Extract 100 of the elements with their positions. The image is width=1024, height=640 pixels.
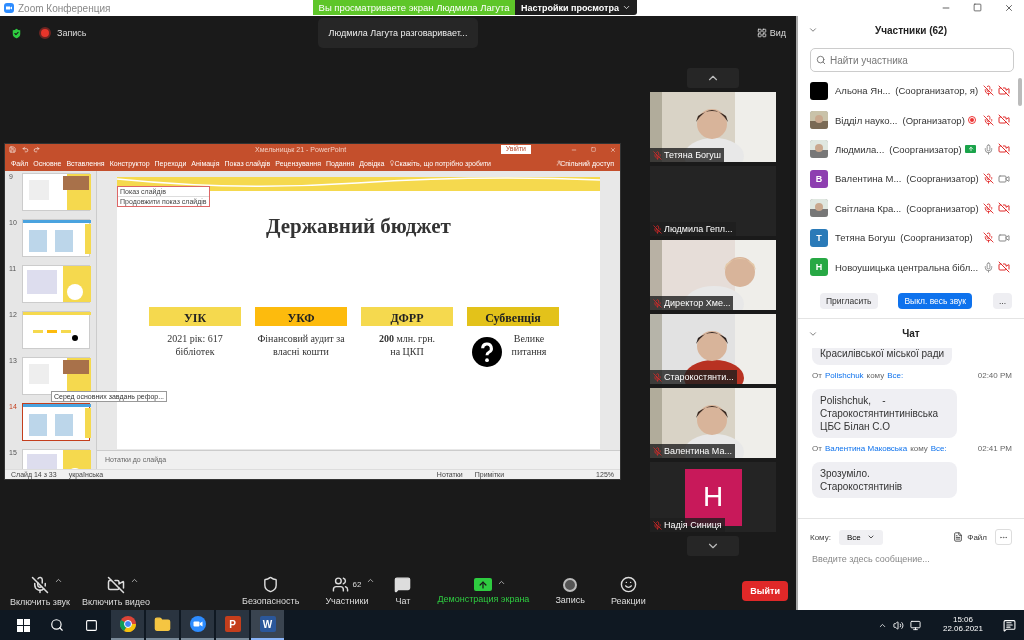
toolbar-button[interactable]: Включить видео (76, 575, 156, 607)
participant-name: Новоушицька центральна бібл... (835, 261, 979, 273)
save-icon[interactable] (9, 146, 16, 153)
participant-name: Старокостянти... (650, 370, 737, 384)
question-icon (472, 336, 502, 367)
caret-icon (622, 3, 631, 12)
file-button[interactable]: Файл (953, 532, 987, 542)
toolbar-button[interactable]: Реакции (604, 576, 652, 606)
recipient-dropdown[interactable]: Все (838, 529, 883, 545)
participant-row[interactable]: Світлана Кра... (Соорганизатор) (810, 193, 1018, 223)
toolbar-button[interactable]: Демонстрация экрана (431, 578, 536, 604)
chat-message: Polishchuk, - Старокостянтинтинівська ЦБС Білан С.О (812, 389, 957, 438)
scrollbar[interactable] (1018, 78, 1022, 106)
message-prefix: От (812, 371, 822, 380)
window-title: Zoom Конференция (18, 2, 111, 14)
sender-link[interactable]: Валентина Маковська (824, 444, 908, 453)
close-icon[interactable] (1004, 3, 1014, 13)
participant-name: Відділ науко... (835, 114, 898, 126)
network-icon[interactable] (909, 619, 921, 631)
participant-row[interactable]: Відділ науко... (Организатор) (810, 105, 1018, 135)
collapse-icon[interactable] (808, 25, 818, 35)
invite-button[interactable]: Пригласить (820, 293, 878, 309)
avatar: В (810, 169, 828, 188)
participant-row[interactable]: Людмила... (Соорганизатор) (810, 134, 1018, 165)
panel-title: Участники (62) (875, 24, 947, 36)
notifications-icon[interactable] (1003, 618, 1016, 632)
message-prefix: От (812, 444, 822, 453)
column-text: Велике питання (510, 331, 548, 358)
message-prefix: кому (910, 444, 928, 453)
task-view-icon[interactable] (84, 618, 98, 632)
windows-logo-icon[interactable] (16, 618, 30, 632)
participant-name: Директор Хме... (650, 296, 734, 310)
participant-row[interactable]: Т Тетяна Богуш (Соорганизатор) (810, 222, 1018, 253)
toolbar-button[interactable]: Чат (388, 576, 418, 606)
document-icon: W (259, 616, 276, 632)
shield-icon[interactable] (10, 26, 23, 40)
caret-icon[interactable] (366, 576, 376, 585)
sender-link[interactable]: Polishchuk (824, 371, 864, 380)
participant-name: Людмила Гепл... (650, 222, 736, 236)
column-header: УКФ (255, 306, 347, 326)
view-button[interactable]: Вид (756, 28, 786, 38)
slide-title: Державний бюджет (266, 213, 451, 240)
participant-name: Валентина М... (835, 173, 902, 185)
toolbar-button[interactable]: 62 Участники (319, 576, 375, 606)
maximize-icon[interactable] (973, 3, 982, 12)
lightbulb-icon (389, 160, 396, 166)
taskbar-app[interactable] (181, 610, 214, 640)
column-header: УІК (149, 306, 241, 326)
participant-name: Надія Синиця (650, 518, 725, 532)
participant-role: (Соорганизатор) (900, 232, 973, 244)
taskbar-app[interactable] (111, 610, 144, 640)
avatar: Т (810, 228, 828, 247)
chat-message: Красилівської міської ради (812, 348, 953, 365)
undo-icon[interactable] (22, 146, 29, 153)
message-time: 02:41 PM (977, 444, 1012, 453)
participant-role: (Соорганизатор) (906, 173, 979, 185)
participant-name: Валентина Ма... (650, 444, 735, 458)
view-options-button[interactable]: Настройки просмотра (515, 0, 637, 15)
toolbar-button[interactable]: Запись (549, 577, 591, 605)
clock[interactable]: 15:06 22.06.2021 (942, 616, 983, 634)
toolbar-button[interactable]: Включить звук (4, 575, 77, 607)
slide-thumbnail[interactable] (22, 402, 90, 441)
participant-role: (Соорганизатор, я) (895, 85, 979, 97)
column-text: Фінансовий аудит за власні кошти (257, 331, 345, 358)
participant-row[interactable]: Альона Ян... (Соорганизатор, я) (810, 76, 1018, 106)
taskbar-app[interactable]: W (251, 610, 284, 640)
participant-row[interactable]: В Валентина М... (Соорганизатор) (810, 164, 1018, 194)
participant-name: Людмила... (835, 143, 885, 155)
people-icon (332, 576, 350, 593)
recipient-link[interactable]: Все: (887, 371, 904, 380)
presentation-icon: P (224, 616, 241, 632)
message-prefix: кому (866, 371, 885, 380)
mute-all-button[interactable]: Выкл. весь звук (898, 293, 973, 309)
video-camera-icon (189, 616, 206, 632)
message-time: 02:40 PM (977, 371, 1012, 380)
participant-name: Альона Ян... (835, 85, 891, 97)
caret-icon[interactable] (497, 578, 507, 587)
chat-message: Зрозуміло. Старокостянтинів (812, 462, 957, 498)
speaker-icon[interactable] (892, 619, 904, 631)
recipient-link[interactable]: Все: (930, 444, 947, 453)
participant-role: (Организатор) (902, 114, 965, 126)
column-text: 2021 рік: 617 бібліотек (166, 331, 224, 358)
shield-icon (262, 576, 280, 593)
sharing-banner: Вы просматриваете экран Людмила Лагута (313, 0, 515, 15)
panel-title: Чат (902, 328, 920, 339)
zoom-logo-icon (4, 3, 14, 13)
search-icon[interactable] (50, 618, 64, 632)
more-button[interactable]: ... (992, 293, 1012, 309)
toolbar-button[interactable]: Безопасность (236, 576, 306, 606)
recipient-label: Кому: (810, 532, 831, 542)
taskbar-app[interactable] (146, 610, 179, 640)
participant-row[interactable]: Н Новоушицька центральна бібл... (810, 252, 1018, 282)
browser-icon (119, 616, 136, 632)
taskbar-app[interactable]: P (216, 610, 249, 640)
redo-icon[interactable] (33, 146, 40, 153)
file-icon (953, 532, 964, 542)
search-field[interactable]: Найти участника (810, 48, 1014, 72)
leave-button[interactable]: Выйти (742, 581, 788, 601)
column-text: 200 млн. грн. на ЦКП (377, 331, 437, 358)
participant-role: (Соорганизатор) (889, 143, 962, 155)
